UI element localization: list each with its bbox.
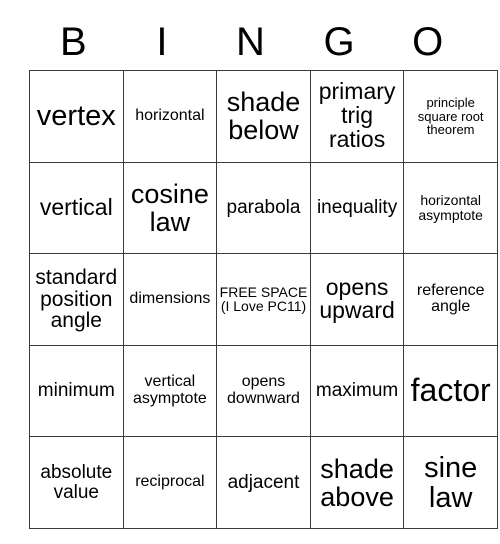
bingo-cell-label: FREE SPACE (I Love PC11) — [219, 283, 308, 315]
bingo-cell-label: vertex — [36, 100, 116, 133]
bingo-cell-label: opens downward — [227, 373, 300, 408]
bingo-cell[interactable]: vertex — [29, 70, 124, 163]
bingo-cell[interactable]: sine law — [403, 436, 498, 529]
bingo-cell[interactable]: horizontal — [122, 70, 218, 163]
bingo-cell[interactable]: minimum — [29, 344, 124, 438]
bingo-cell-label: sine law — [424, 451, 478, 514]
bingo-cell-label: reciprocal — [135, 473, 205, 491]
bingo-cell[interactable]: opens downward — [216, 344, 311, 438]
bingo-cell-label: opens upward — [319, 273, 395, 324]
bingo-cell[interactable]: maximum — [309, 344, 405, 438]
bingo-row: absolute value reciprocal adjacent shade… — [29, 436, 498, 529]
bingo-cell-label: factor — [410, 372, 491, 409]
bingo-cell-label: horizontal asymptote — [418, 192, 483, 223]
bingo-row: vertex horizontal shade below primary tr… — [29, 70, 498, 163]
bingo-cell-label: cosine law — [130, 178, 209, 237]
bingo-header-letter-o: O — [412, 20, 444, 64]
bingo-cell-label: dimensions — [129, 290, 211, 308]
bingo-cell[interactable]: standard position angle — [29, 253, 124, 346]
bingo-header-row: B I N G O — [29, 14, 472, 70]
bingo-header-letter-n: N — [236, 20, 265, 64]
bingo-cell-label: shade below — [226, 87, 301, 146]
bingo-cell[interactable]: horizontal asymptote — [403, 161, 498, 255]
bingo-cell[interactable]: parabola — [216, 161, 311, 255]
bingo-grid-body: vertex horizontal shade below primary tr… — [29, 70, 498, 529]
bingo-cell-label: standard position angle — [35, 265, 118, 333]
bingo-cell-label: maximum — [315, 380, 399, 402]
bingo-cell[interactable]: shade below — [216, 70, 311, 163]
bingo-cell[interactable]: reference angle — [403, 253, 498, 346]
bingo-cell[interactable]: absolute value — [29, 436, 124, 529]
bingo-cell-label: shade above — [320, 453, 394, 512]
bingo-cell-free-space[interactable]: FREE SPACE (I Love PC11) — [216, 253, 311, 346]
bingo-row: minimum vertical asymptote opens downwar… — [29, 344, 498, 438]
bingo-cell-label: reference angle — [416, 281, 485, 316]
bingo-cell[interactable]: vertical asymptote — [122, 344, 218, 438]
bingo-cell[interactable]: opens upward — [309, 253, 405, 346]
bingo-cell-label: principle square root theorem — [417, 95, 484, 138]
bingo-cell-label: primary trig ratios — [318, 78, 396, 153]
bingo-header-letter-g: G — [323, 20, 355, 64]
bingo-cell-label: parabola — [226, 197, 301, 219]
bingo-card: B I N G O vertex horizontal shade below … — [0, 0, 500, 544]
bingo-cell[interactable]: shade above — [309, 436, 405, 529]
bingo-header-letter-i: I — [156, 20, 168, 64]
bingo-cell-label: adjacent — [227, 471, 300, 493]
bingo-cell-label: inequality — [316, 197, 398, 219]
bingo-cell[interactable]: vertical — [29, 161, 124, 255]
bingo-cell[interactable]: adjacent — [216, 436, 311, 529]
bingo-row: vertical cosine law parabola inequality … — [29, 161, 498, 255]
bingo-cell[interactable]: principle square root theorem — [403, 70, 498, 163]
bingo-grid: vertex horizontal shade below primary tr… — [29, 70, 498, 529]
bingo-cell[interactable]: factor — [403, 344, 498, 438]
bingo-header-letter-b: B — [59, 20, 87, 64]
bingo-cell[interactable]: primary trig ratios — [309, 70, 405, 163]
bingo-cell-label: horizontal — [135, 106, 205, 124]
bingo-cell-label: minimum — [37, 380, 115, 402]
bingo-cell[interactable]: reciprocal — [122, 436, 218, 529]
bingo-cell[interactable]: dimensions — [122, 253, 218, 346]
bingo-cell-label: vertical — [39, 193, 113, 220]
bingo-row: standard position angle dimensions FREE … — [29, 253, 498, 346]
bingo-cell-label: absolute value — [40, 461, 113, 503]
bingo-cell[interactable]: cosine law — [122, 161, 218, 255]
bingo-cell[interactable]: inequality — [309, 161, 405, 255]
bingo-cell-label: vertical asymptote — [132, 373, 207, 408]
